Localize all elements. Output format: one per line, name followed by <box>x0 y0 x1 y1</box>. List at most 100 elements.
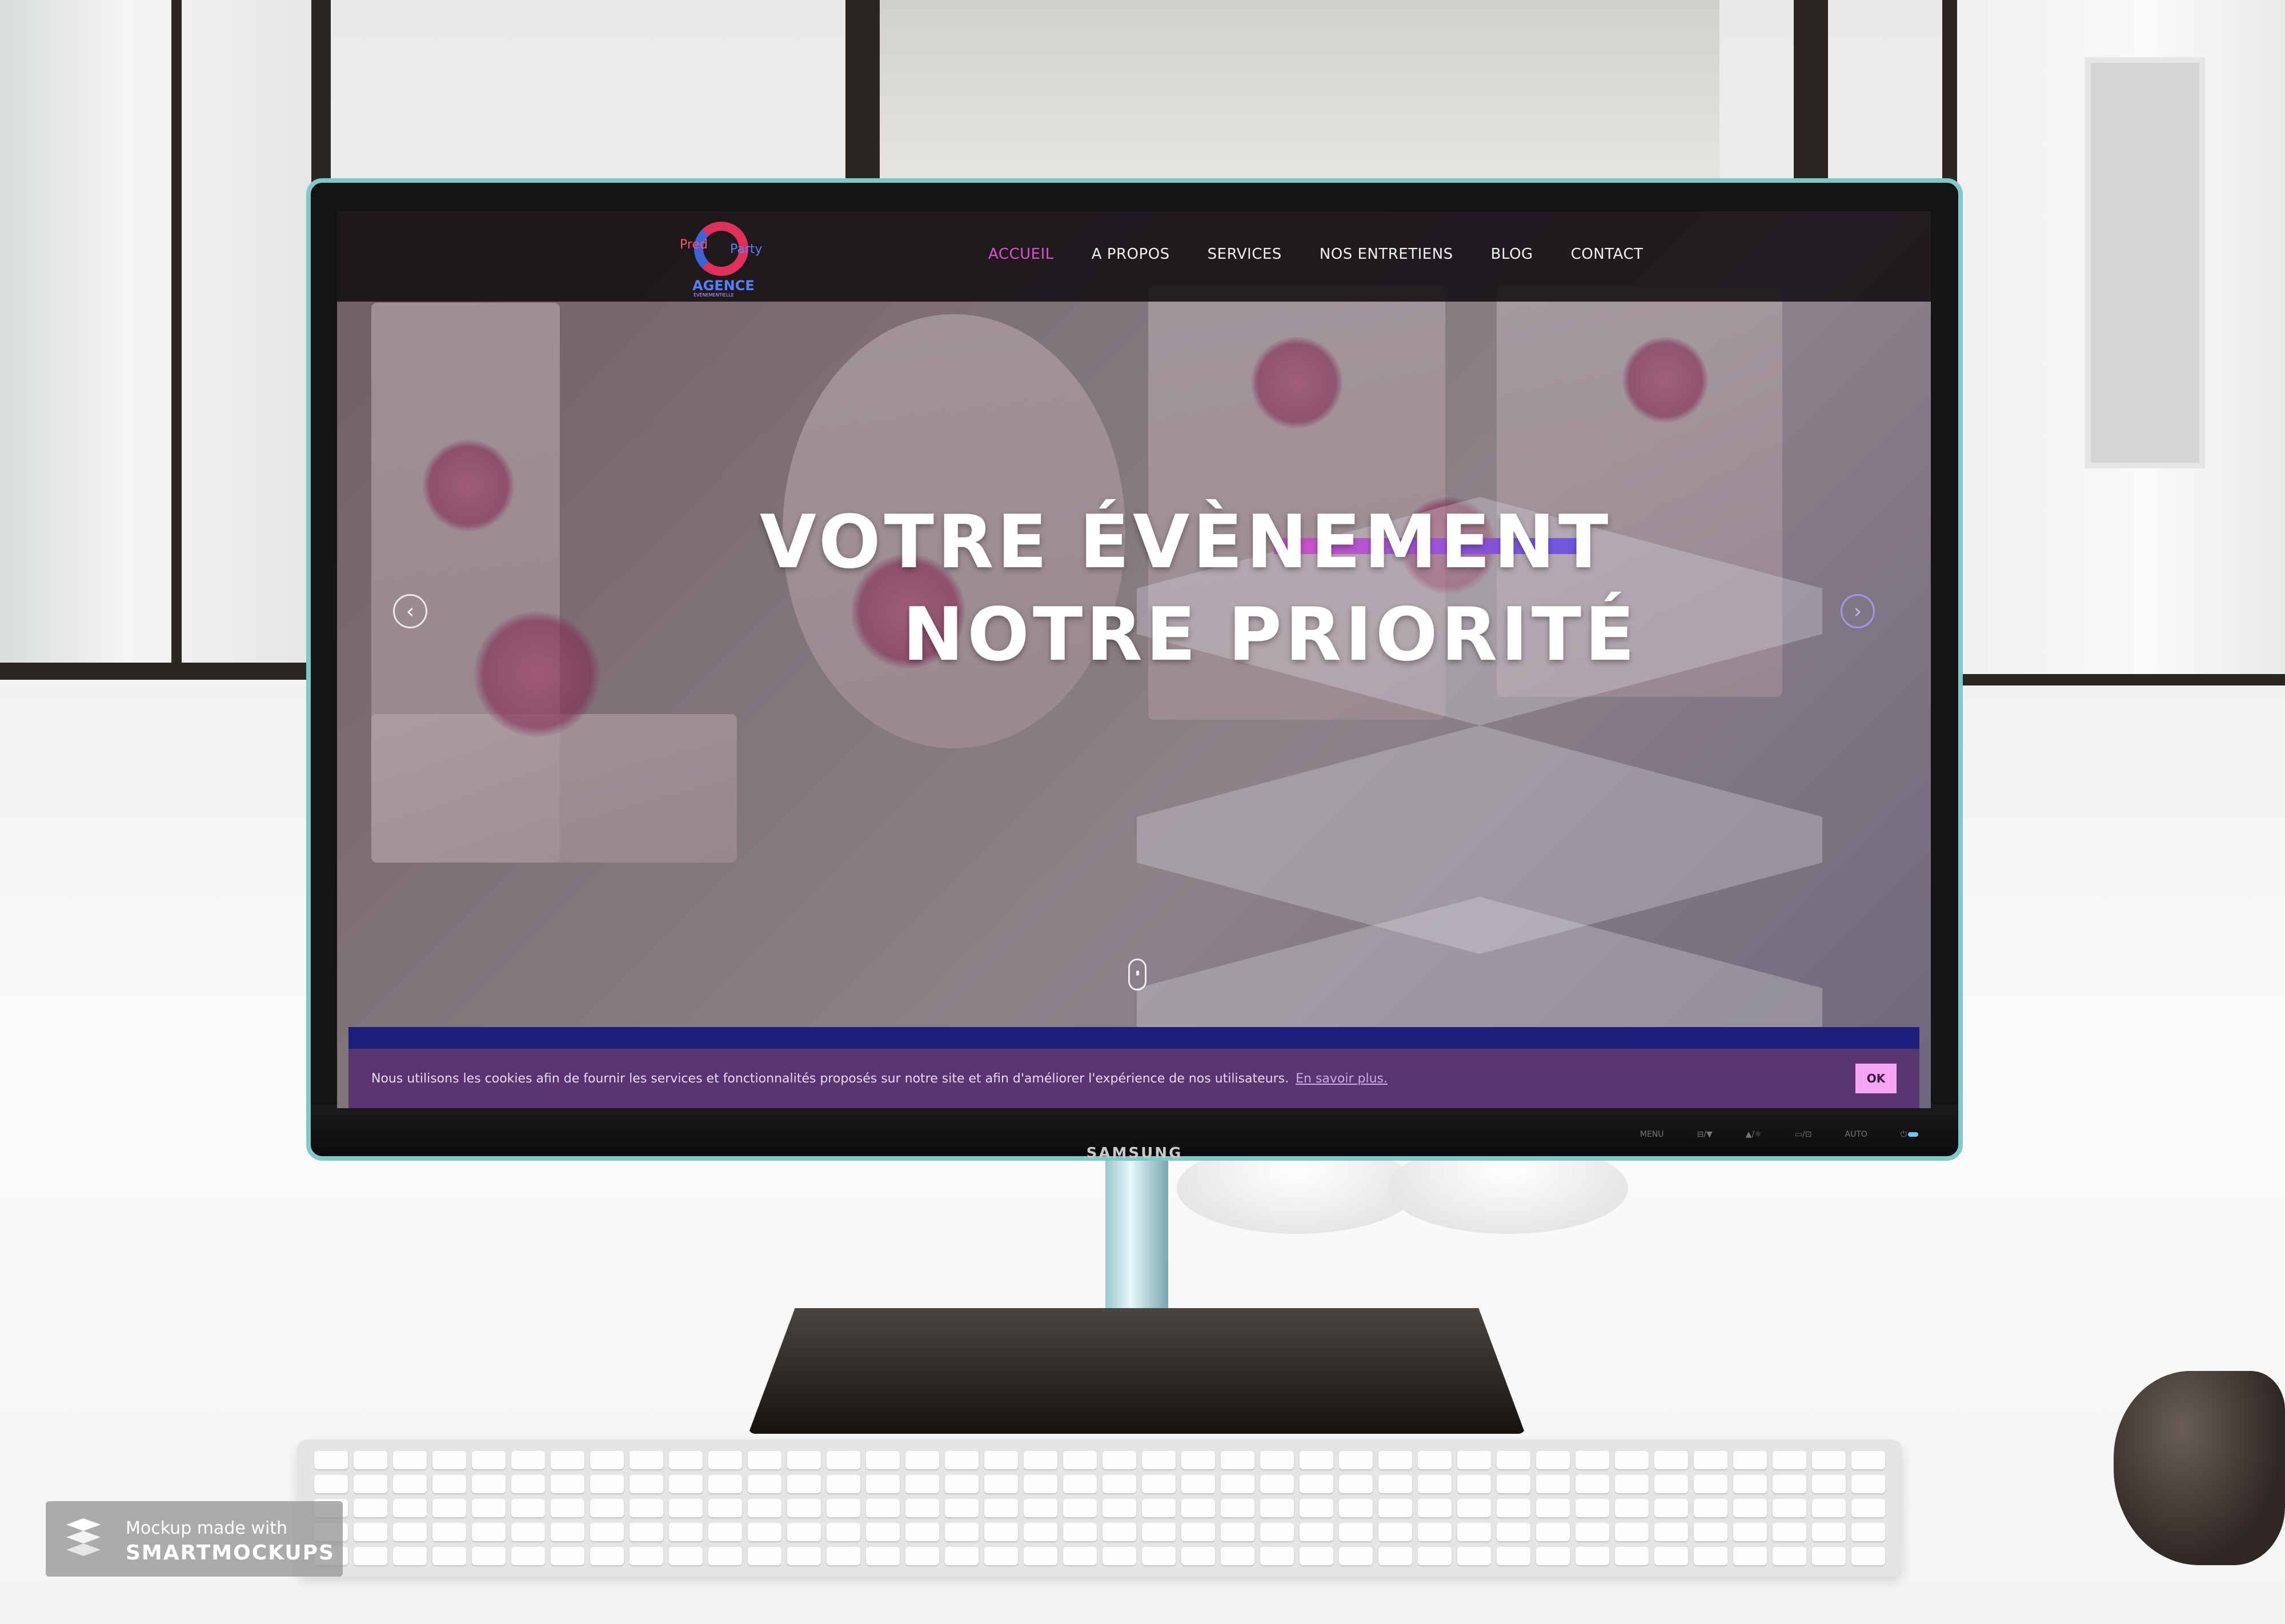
keyboard-key <box>787 1475 821 1493</box>
keyboard-key <box>1142 1451 1176 1469</box>
keyboard-key <box>1103 1451 1136 1469</box>
keyboard-key <box>354 1451 387 1469</box>
keyboard-key <box>472 1451 506 1469</box>
keyboard-key <box>511 1523 545 1541</box>
keyboard-key <box>511 1451 545 1469</box>
monitor-control-label[interactable]: ▲/☼ <box>1746 1130 1762 1139</box>
keyboard-key <box>1576 1451 1609 1469</box>
keyboard-key <box>669 1499 703 1517</box>
nav-item-a-propos[interactable]: A PROPOS <box>1092 246 1170 263</box>
monitor-control-label[interactable]: AUTO <box>1845 1130 1867 1139</box>
keyboard-key <box>511 1547 545 1565</box>
keyboard-key <box>1497 1451 1530 1469</box>
keyboard-key <box>551 1523 584 1541</box>
keyboard-key <box>669 1451 703 1469</box>
keyboard-key <box>590 1547 624 1565</box>
keyboard-key <box>1063 1499 1097 1517</box>
keyboard-key <box>1733 1499 1767 1517</box>
hero-title-line2: NOTRE PRIORITÉ <box>903 592 1638 677</box>
scroll-down-icon[interactable] <box>1128 959 1146 991</box>
carousel-next-icon[interactable]: › <box>1841 594 1875 628</box>
keyboard-key <box>1654 1499 1688 1517</box>
hero-title-line1: VOTRE ÉVÈNEMENT <box>760 500 1612 585</box>
keyboard-key <box>945 1547 979 1565</box>
background-window <box>851 0 1719 189</box>
keyboard-key <box>669 1523 703 1541</box>
cookie-learn-more-link[interactable]: En savoir plus. <box>1296 1072 1388 1086</box>
keyboard-key <box>1378 1451 1412 1469</box>
keyboard-key <box>1024 1451 1057 1469</box>
keyboard-key <box>984 1499 1018 1517</box>
nav-item-accueil[interactable]: ACCUEIL <box>988 246 1054 263</box>
keyboard-key <box>1378 1499 1412 1517</box>
keyboard-key <box>1812 1475 1846 1493</box>
main-nav: ACCUEIL A PROPOS SERVICES NOS ENTRETIENS… <box>988 246 1643 263</box>
keyboard-key <box>905 1451 939 1469</box>
nav-item-blog[interactable]: BLOG <box>1491 246 1533 263</box>
cookie-ok-button[interactable]: OK <box>1855 1064 1897 1093</box>
keyboard-key <box>708 1523 742 1541</box>
nav-item-services[interactable]: SERVICES <box>1208 246 1282 263</box>
keyboard-key <box>1103 1523 1136 1541</box>
nav-item-nos-entretiens[interactable]: NOS ENTRETIENS <box>1320 246 1453 263</box>
keyboard-key <box>1576 1547 1609 1565</box>
keyboard-key <box>1733 1523 1767 1541</box>
keyboard-key <box>1103 1499 1136 1517</box>
keyboard-key <box>314 1475 348 1493</box>
nav-item-contact[interactable]: CONTACT <box>1571 246 1643 263</box>
keyboard-key <box>984 1451 1018 1469</box>
keyboard-key <box>393 1451 427 1469</box>
keyboard-key <box>630 1451 663 1469</box>
keyboard-key <box>1694 1547 1727 1565</box>
cookie-message: Nous utilisons les cookies afin de fourn… <box>371 1071 1289 1086</box>
keyboard-key <box>354 1547 387 1565</box>
keyboard-key <box>1260 1451 1294 1469</box>
window-frame <box>171 0 182 674</box>
keyboard-key <box>1536 1523 1570 1541</box>
keyboard-key <box>630 1547 663 1565</box>
mockup-watermark-badge: Mockup made with SMARTMOCKUPS <box>46 1501 343 1577</box>
carousel-prev-icon[interactable]: ‹ <box>393 594 427 628</box>
keyboard-key <box>1181 1523 1215 1541</box>
keyboard-key <box>314 1451 348 1469</box>
keyboard-key <box>472 1523 506 1541</box>
keyboard-key <box>905 1547 939 1565</box>
keyboard-key <box>787 1547 821 1565</box>
section-divider <box>348 1027 1919 1049</box>
keyboard-key <box>866 1523 900 1541</box>
keyboard-key <box>669 1547 703 1565</box>
keyboard-key <box>1063 1547 1097 1565</box>
keyboard-key <box>1694 1475 1727 1493</box>
monitor-control-label[interactable]: MENU <box>1640 1130 1664 1139</box>
keyboard-key <box>1733 1547 1767 1565</box>
keyboard-key <box>708 1451 742 1469</box>
keyboard-key <box>1773 1475 1806 1493</box>
monitor-control-label[interactable]: ▭/⊡ <box>1795 1130 1812 1139</box>
site-logo[interactable]: Pred Party AGENCE ÉVÈNEMENTIELLE <box>680 222 765 298</box>
monitor-control-label[interactable]: ⊟/▼ <box>1697 1130 1713 1139</box>
keyboard-key <box>905 1475 939 1493</box>
monitor-stand-base <box>748 1308 1525 1434</box>
keyboard-key <box>472 1475 506 1493</box>
keyboard-key <box>393 1475 427 1493</box>
power-led <box>1908 1132 1918 1137</box>
keyboard-key <box>1103 1475 1136 1493</box>
keyboard-key <box>984 1475 1018 1493</box>
keyboard-key <box>472 1499 506 1517</box>
keyboard-key <box>1378 1475 1412 1493</box>
keyboard-key <box>1181 1547 1215 1565</box>
keyboard-key <box>708 1547 742 1565</box>
power-icon[interactable]: ⏻ <box>1901 1130 1907 1139</box>
keyboard-key <box>1457 1475 1491 1493</box>
monitor-brand: SAMSUNG <box>1086 1145 1183 1162</box>
keyboard-key <box>1576 1523 1609 1541</box>
keyboard-key <box>827 1475 860 1493</box>
keyboard-key <box>1654 1523 1688 1541</box>
keyboard-key <box>1142 1523 1176 1541</box>
keyboard-key <box>866 1475 900 1493</box>
keyboard-key <box>1851 1475 1885 1493</box>
keyboard-key <box>393 1547 427 1565</box>
keyboard-key <box>1221 1475 1254 1493</box>
keyboard-key <box>748 1547 781 1565</box>
watermark-text: Mockup made with <box>126 1518 288 1538</box>
